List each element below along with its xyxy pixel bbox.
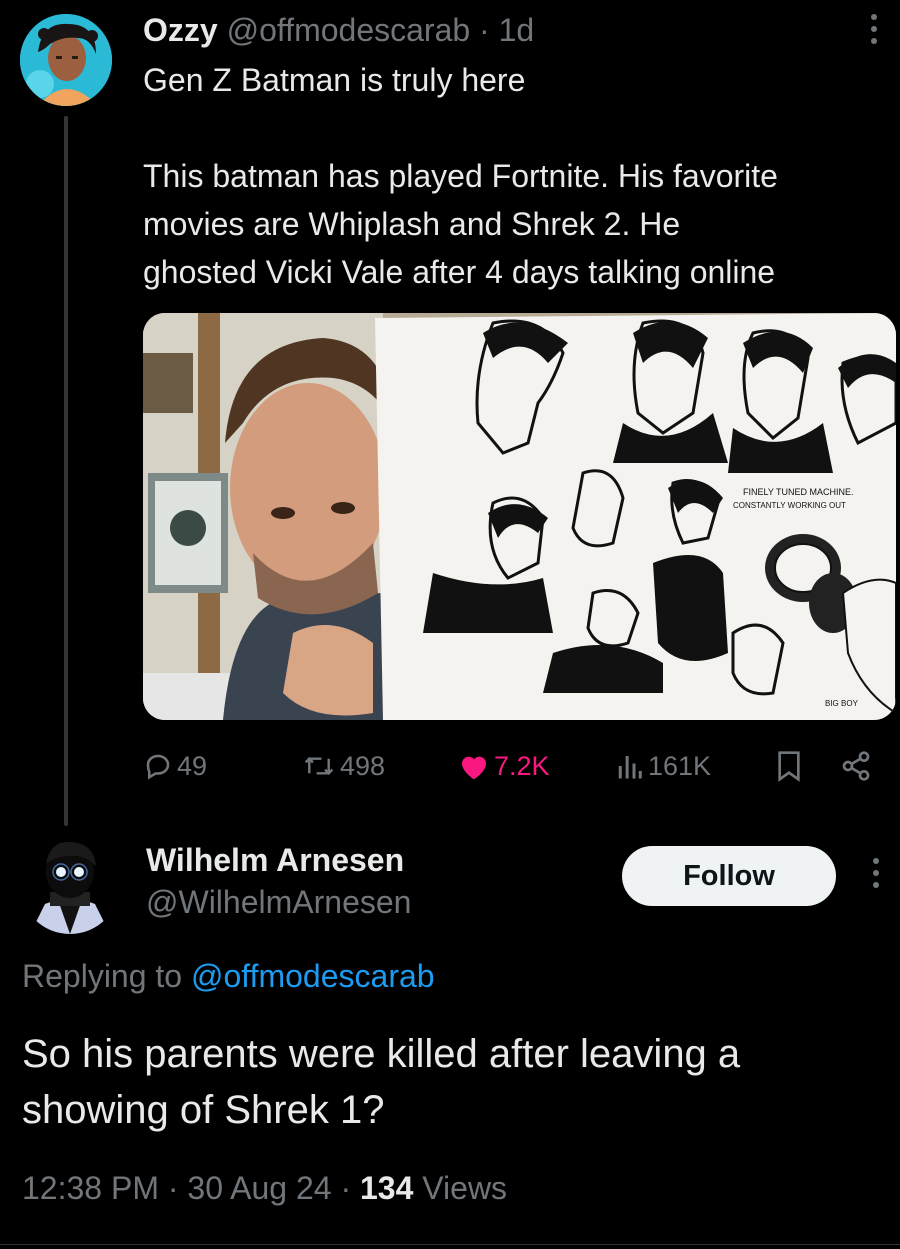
retweet-button[interactable]: 498 bbox=[302, 748, 385, 784]
more-icon[interactable] bbox=[864, 858, 888, 898]
retweet-count: 498 bbox=[340, 750, 386, 781]
heart-icon bbox=[462, 756, 486, 780]
tweet-media-image[interactable]: FINELY TUNED MACHINE. CONSTANTLY WORKING… bbox=[143, 313, 896, 720]
views-button[interactable]: 161K bbox=[616, 748, 711, 784]
replying-to-handle[interactable]: @offmodescarab bbox=[191, 958, 435, 994]
author-handle[interactable]: @offmodescarab bbox=[227, 12, 471, 48]
header-separator: · bbox=[479, 12, 490, 48]
more-icon[interactable] bbox=[862, 14, 886, 54]
reply-icon bbox=[146, 754, 170, 780]
reply-date[interactable]: 30 Aug 24 bbox=[187, 1170, 331, 1206]
reply-author-handle[interactable]: @WilhelmArnesen bbox=[146, 884, 411, 921]
bookmark-button[interactable] bbox=[775, 748, 807, 784]
like-button[interactable]: 7.2K bbox=[458, 748, 550, 784]
divider bbox=[0, 1244, 900, 1245]
tweet-text-line: Gen Z Batman is truly here bbox=[143, 62, 526, 98]
reply-metadata: 12:38 PM · 30 Aug 24 · 134 Views bbox=[22, 1170, 507, 1207]
follow-button[interactable]: Follow bbox=[622, 846, 836, 906]
media-caption: CONSTANTLY WORKING OUT bbox=[733, 501, 846, 510]
reply-button[interactable]: 49 bbox=[143, 748, 207, 784]
tweet-text-line: ghosted Vicki Vale after 4 days talking … bbox=[143, 254, 776, 290]
avatar-ozzy[interactable] bbox=[20, 14, 112, 106]
share-button[interactable] bbox=[840, 748, 876, 784]
retweet-icon bbox=[304, 756, 334, 776]
reply-count: 49 bbox=[177, 750, 208, 781]
bookmark-icon bbox=[778, 751, 800, 782]
reply-views-label: Views bbox=[422, 1170, 508, 1206]
meta-separator: · bbox=[340, 1170, 352, 1206]
media-caption: FINELY TUNED MACHINE. bbox=[743, 487, 854, 497]
views-count: 161K bbox=[648, 750, 712, 781]
tweet-header: Ozzy @offmodescarab · 1d bbox=[143, 12, 534, 49]
tweet-text-line: movies are Whiplash and Shrek 2. He bbox=[143, 206, 681, 242]
replying-to-label: Replying to bbox=[22, 958, 183, 994]
avatar-wilhelm[interactable] bbox=[20, 834, 120, 934]
tweet-time[interactable]: 1d bbox=[499, 12, 535, 48]
reply-time[interactable]: 12:38 PM bbox=[22, 1170, 159, 1206]
reply-views-count[interactable]: 134 bbox=[360, 1170, 413, 1206]
views-icon bbox=[618, 756, 642, 779]
meta-separator: · bbox=[167, 1170, 179, 1206]
share-icon bbox=[842, 751, 870, 781]
reply-author-name[interactable]: Wilhelm Arnesen bbox=[146, 842, 404, 879]
media-caption: BIG BOY bbox=[825, 699, 859, 708]
replying-to: Replying to @offmodescarab bbox=[22, 958, 435, 995]
tweet-text-line: This batman has played Fortnite. His fav… bbox=[143, 158, 778, 194]
thread-connector-line bbox=[64, 116, 68, 826]
like-count: 7.2K bbox=[494, 750, 550, 781]
reply-text: So his parents were killed after leaving… bbox=[22, 1032, 741, 1132]
author-name[interactable]: Ozzy bbox=[143, 12, 218, 48]
